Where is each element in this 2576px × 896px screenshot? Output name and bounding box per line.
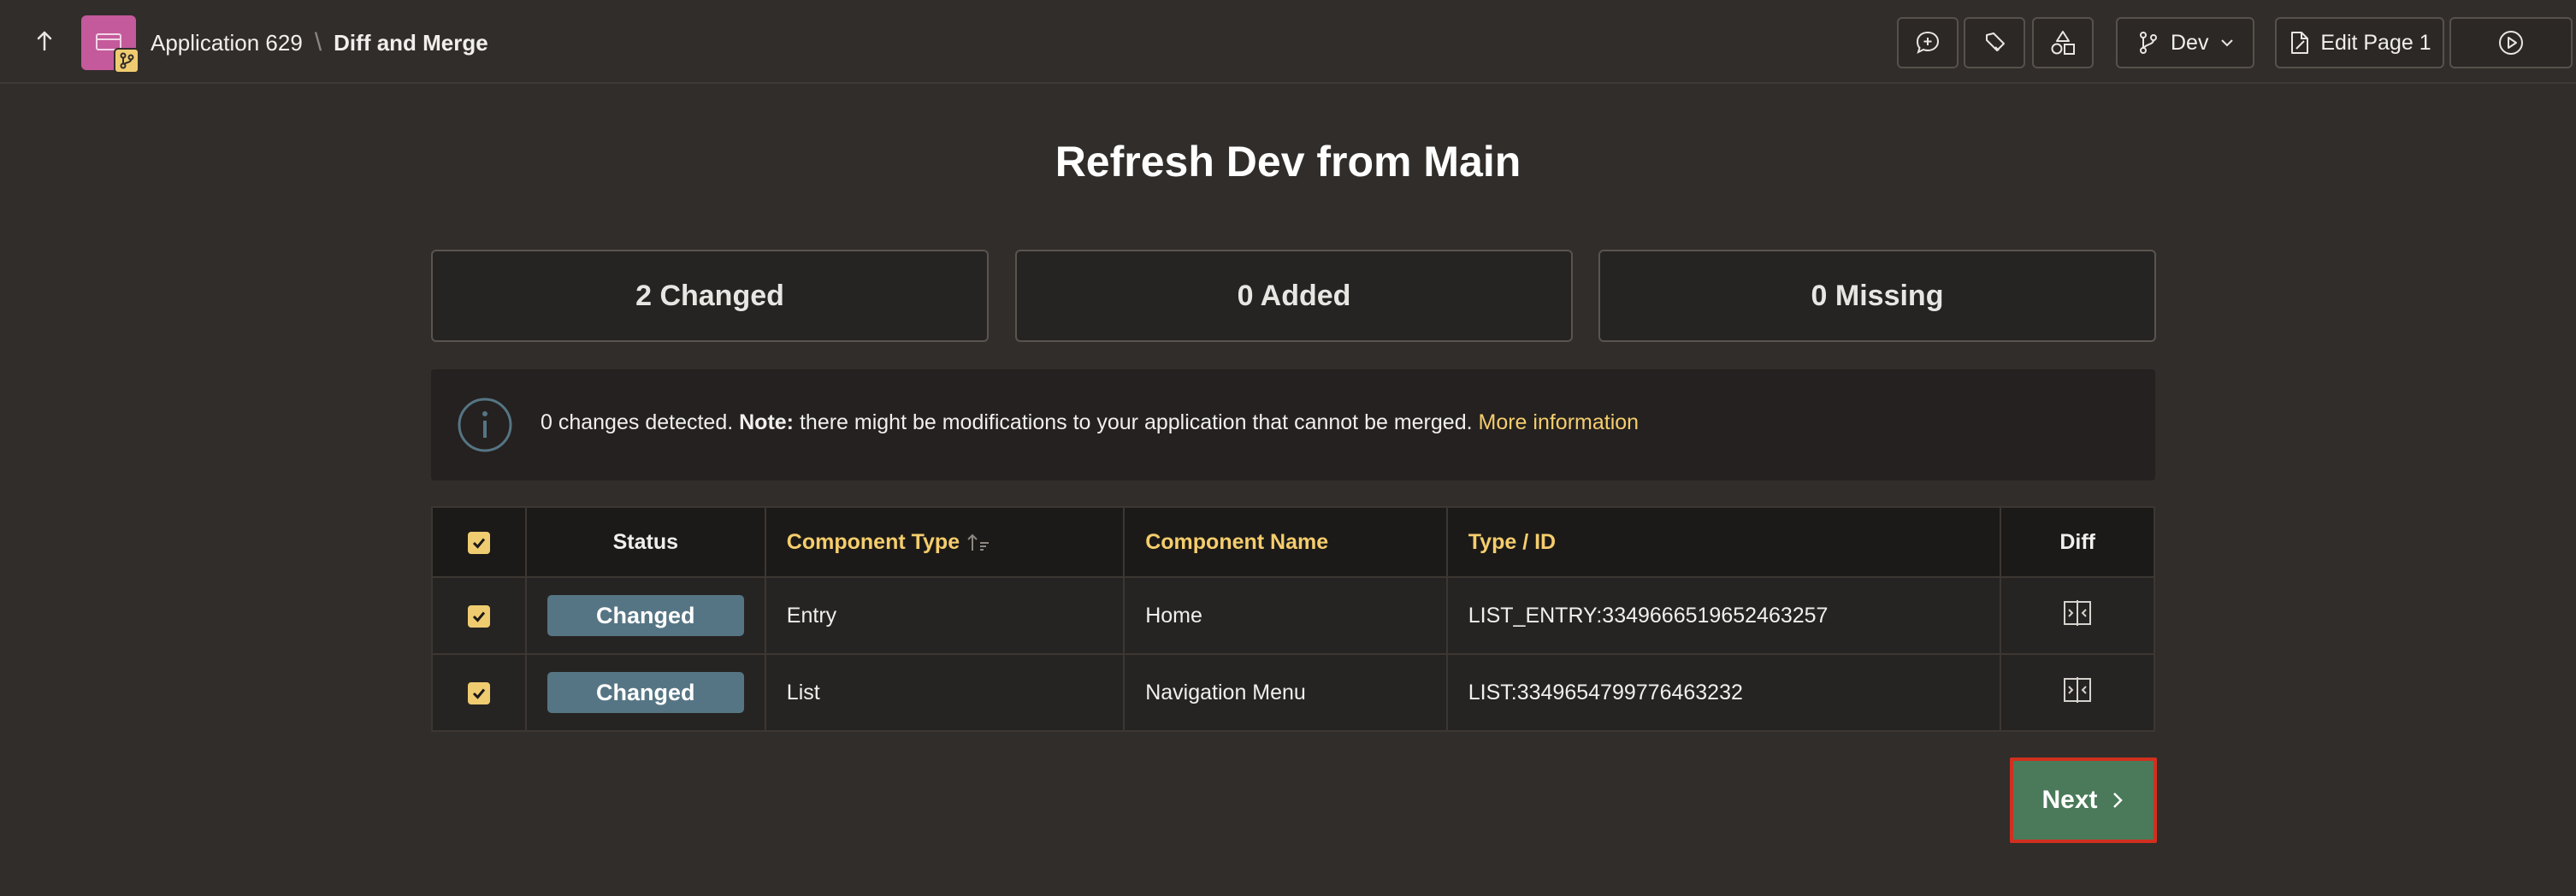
component-type-cell: List (764, 653, 1126, 732)
branch-icon (2140, 32, 2157, 54)
diff-cell (2000, 653, 2155, 732)
comment-button[interactable] (1897, 17, 1959, 68)
row-checkbox[interactable] (467, 681, 490, 704)
checkmark-icon (472, 688, 486, 699)
stat-changed: 2 Changed (431, 250, 989, 342)
breadcrumb: Application 629 \ Diff and Merge (151, 24, 488, 62)
table-header-row: Status Component Type Component Name Typ… (431, 506, 2155, 578)
flashlight-icon (1986, 32, 2005, 51)
chevron-right-icon (2112, 793, 2123, 808)
info-note-label: Note: (739, 410, 795, 434)
status-cell: Changed (524, 653, 766, 732)
breadcrumb-app[interactable]: Application 629 (151, 30, 303, 56)
info-icon (457, 397, 513, 453)
compare-icon[interactable] (2062, 599, 2093, 627)
comment-add-icon (1916, 31, 1940, 54)
checkmark-icon (472, 538, 486, 549)
shapes-icon (2051, 31, 2075, 55)
select-all-checkbox[interactable] (467, 531, 490, 554)
type-id-cell: LIST_ENTRY:3349666519652463257 (1445, 576, 2002, 655)
info-text-lead: 0 changes detected. (541, 410, 734, 434)
compare-icon[interactable] (2062, 676, 2093, 704)
component-name-cell: Navigation Menu (1123, 653, 1448, 732)
status-badge: Changed (547, 672, 744, 713)
component-name-cell: Home (1123, 576, 1448, 655)
debug-button[interactable] (1964, 17, 2025, 68)
sort-ascending-icon (967, 533, 990, 551)
column-header-diff: Diff (2000, 506, 2155, 578)
page-title: Refresh Dev from Main (1055, 138, 1521, 186)
column-header-component-type[interactable]: Component Type (764, 506, 1126, 578)
next-label: Next (2041, 786, 2098, 814)
info-message: 0 changes detected. Note: there might be… (431, 369, 2155, 480)
status-badge: Changed (547, 595, 744, 636)
run-page-button[interactable] (2449, 17, 2573, 68)
info-text: 0 changes detected. Note: there might be… (541, 410, 1639, 435)
top-toolbar: Application 629 \ Diff and Merge Dev Edi… (0, 0, 2576, 84)
table-row: Changed List Navigation Menu LIST:334965… (431, 653, 2155, 732)
type-id-cell: LIST:3349654799776463232 (1445, 653, 2002, 732)
column-header-type-id[interactable]: Type / ID (1445, 506, 2002, 578)
column-header-component-name[interactable]: Component Name (1123, 506, 1448, 578)
branch-label: Dev (2171, 30, 2209, 55)
diff-cell (2000, 576, 2155, 655)
breadcrumb-separator: \ (314, 28, 322, 56)
branch-badge-icon (114, 48, 139, 74)
branch-select[interactable]: Dev (2116, 17, 2254, 68)
edit-page-icon (2291, 32, 2309, 54)
header-select-all[interactable] (431, 506, 527, 578)
checkmark-icon (472, 611, 486, 622)
navigate-up-button[interactable] (29, 26, 60, 56)
status-cell: Changed (524, 576, 766, 655)
shared-components-button[interactable] (2032, 17, 2094, 68)
chevron-down-icon (2221, 39, 2234, 47)
play-icon (2499, 31, 2523, 55)
table-row: Changed Entry Home LIST_ENTRY:3349666519… (431, 576, 2155, 655)
edit-page-label: Edit Page 1 (2320, 30, 2431, 55)
row-select-cell (431, 576, 527, 655)
row-checkbox[interactable] (467, 604, 490, 628)
component-type-cell: Entry (764, 576, 1126, 655)
diff-table: Status Component Type Component Name Typ… (431, 506, 2155, 732)
next-button[interactable]: Next (2010, 757, 2157, 843)
component-type-header-label: Component Type (786, 529, 960, 554)
more-information-link[interactable]: More information (1479, 410, 1640, 434)
row-select-cell (431, 653, 527, 732)
column-header-status: Status (524, 506, 766, 578)
breadcrumb-current-page: Diff and Merge (334, 29, 488, 56)
stat-missing: 0 Missing (1598, 250, 2156, 342)
edit-page-button[interactable]: Edit Page 1 (2275, 17, 2444, 68)
stat-added: 0 Added (1015, 250, 1573, 342)
arrow-up-icon (37, 31, 52, 51)
app-icon[interactable] (81, 15, 139, 74)
info-text-body: there might be modifications to your app… (799, 410, 1473, 434)
